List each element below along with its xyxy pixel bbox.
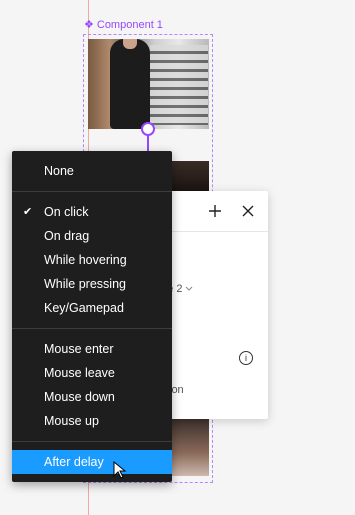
mouse-cursor-icon [113,461,127,479]
menu-item-key-gamepad[interactable]: Key/Gamepad [12,296,172,320]
frame-thumbnail-2[interactable] [170,161,209,191]
menu-item-while-pressing[interactable]: While pressing [12,272,172,296]
info-icon[interactable]: i [239,351,253,365]
close-icon[interactable] [241,204,255,218]
menu-item-mouse-enter[interactable]: Mouse enter [12,337,172,361]
checkmark-icon: ✔ [23,206,33,218]
component-label[interactable]: ❖ Component 1 [84,18,163,32]
menu-item-after-delay[interactable]: After delay [12,450,172,474]
menu-item-on-click[interactable]: ✔ On click [12,200,172,224]
chevron-down-icon [186,286,193,291]
menu-item-none[interactable]: None [12,159,172,183]
frame-thumbnail-1[interactable] [88,39,209,129]
face-image [123,39,137,49]
connection-handle[interactable] [141,122,155,136]
menu-item-while-hovering[interactable]: While hovering [12,248,172,272]
component-name: Component 1 [96,18,163,31]
plus-icon[interactable] [208,204,222,218]
menu-divider [12,328,172,329]
menu-item-on-drag[interactable]: On drag [12,224,172,248]
menu-item-mouse-leave[interactable]: Mouse leave [12,361,172,385]
menu-item-mouse-down[interactable]: Mouse down [12,385,172,409]
menu-item-mouse-up[interactable]: Mouse up [12,409,172,433]
trigger-dropdown-menu: None ✔ On click On drag While hovering W… [12,151,172,482]
frame-thumbnail-3[interactable] [170,418,209,476]
menu-divider [12,191,172,192]
component-icon: ❖ [84,19,94,31]
person-image [110,39,150,129]
building-image [150,45,208,125]
menu-divider [12,441,172,442]
